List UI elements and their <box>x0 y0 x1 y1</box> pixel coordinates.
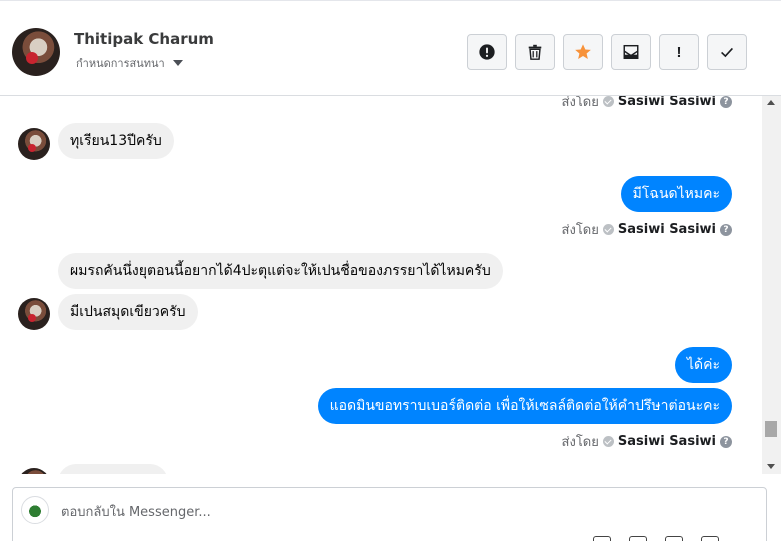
trash-icon <box>528 44 542 60</box>
star-button[interactable] <box>563 34 603 70</box>
help-icon[interactable]: ? <box>720 96 732 108</box>
incoming-message[interactable]: มีเปนสมุดเขียวครับ <box>58 294 198 330</box>
check-icon <box>721 47 733 58</box>
emoji-icon[interactable] <box>665 536 683 541</box>
scroll-up-arrow-icon[interactable] <box>767 100 775 105</box>
reply-composer <box>12 487 767 541</box>
manage-conversation-dropdown[interactable]: กำหนดการสนทนา <box>76 54 183 72</box>
inbox-conversation-panel: Thitipak Charum กำหนดการสนทนา ! ส่งโดย S… <box>0 0 781 541</box>
help-icon[interactable]: ? <box>720 223 732 236</box>
sent-by-label: ส่งโดย <box>561 223 599 238</box>
mark-spam-button[interactable] <box>467 34 507 70</box>
manage-conversation-label: กำหนดการสนทนา <box>76 57 165 70</box>
caret-down-icon <box>172 60 183 66</box>
sent-by-name[interactable]: Sasiwi Sasiwi <box>618 434 716 449</box>
contact-avatar-small[interactable] <box>18 128 50 160</box>
mark-unread-button[interactable] <box>611 34 651 70</box>
outgoing-message[interactable]: มีโฉนดไหมคะ <box>620 176 732 212</box>
contact-name[interactable]: Thitipak Charum <box>74 30 214 48</box>
check-circle-icon <box>602 96 614 107</box>
delete-button[interactable] <box>515 34 555 70</box>
contact-avatar-small[interactable] <box>18 298 50 330</box>
sent-by-indicator: ส่งโดย Sasiwi Sasiwi ? <box>562 219 732 240</box>
attachment-icon[interactable] <box>593 536 611 541</box>
conversation-header: Thitipak Charum กำหนดการสนทนา ! <box>0 0 781 96</box>
outgoing-message[interactable]: ได้ค่ะ <box>674 347 732 383</box>
outgoing-message[interactable]: แอดมินขอทราบเบอร์ติดต่อ เพื่อให้เซลล์ติด… <box>317 388 732 424</box>
incoming-message[interactable]: ผมรถคันนึ่งยุตอนนี้อยากได้4ปะตุแต่จะให้เ… <box>58 253 503 289</box>
page-logo-avatar <box>21 496 49 524</box>
help-icon[interactable]: ? <box>720 435 732 448</box>
incoming-message-partial[interactable] <box>58 464 168 474</box>
conversation-toolbar: ! <box>467 34 747 70</box>
sent-by-name[interactable]: Sasiwi Sasiwi <box>618 222 716 237</box>
sent-by-label: ส่งโดย <box>561 435 599 450</box>
scroll-down-arrow-icon[interactable] <box>767 464 775 469</box>
exclamation-icon: ! <box>676 43 682 61</box>
check-circle-icon <box>602 224 614 235</box>
check-circle-icon <box>602 436 614 447</box>
like-icon[interactable] <box>701 536 719 541</box>
sent-by-indicator: ส่งโดย Sasiwi Sasiwi ? <box>562 96 732 112</box>
saved-reply-icon[interactable] <box>629 536 647 541</box>
thread-scrollbar[interactable] <box>762 96 781 474</box>
envelope-icon <box>623 44 639 60</box>
sent-by-name[interactable]: Sasiwi Sasiwi <box>618 96 716 109</box>
contact-avatar-small[interactable] <box>18 468 50 474</box>
done-button[interactable] <box>707 34 747 70</box>
contact-avatar[interactable] <box>12 28 60 76</box>
message-thread[interactable]: ส่งโดย Sasiwi Sasiwi ? ทุเรียน13ปีครับ ม… <box>0 96 762 474</box>
follow-up-button[interactable]: ! <box>659 34 699 70</box>
exclamation-circle-icon <box>479 44 495 60</box>
sent-by-label: ส่งโดย <box>561 96 599 110</box>
star-icon <box>575 44 591 60</box>
reply-input[interactable] <box>61 502 661 522</box>
composer-tools <box>593 536 719 541</box>
sent-by-indicator: ส่งโดย Sasiwi Sasiwi ? <box>562 431 732 452</box>
incoming-message[interactable]: ทุเรียน13ปีครับ <box>58 123 174 159</box>
scroll-thumb[interactable] <box>765 421 777 437</box>
